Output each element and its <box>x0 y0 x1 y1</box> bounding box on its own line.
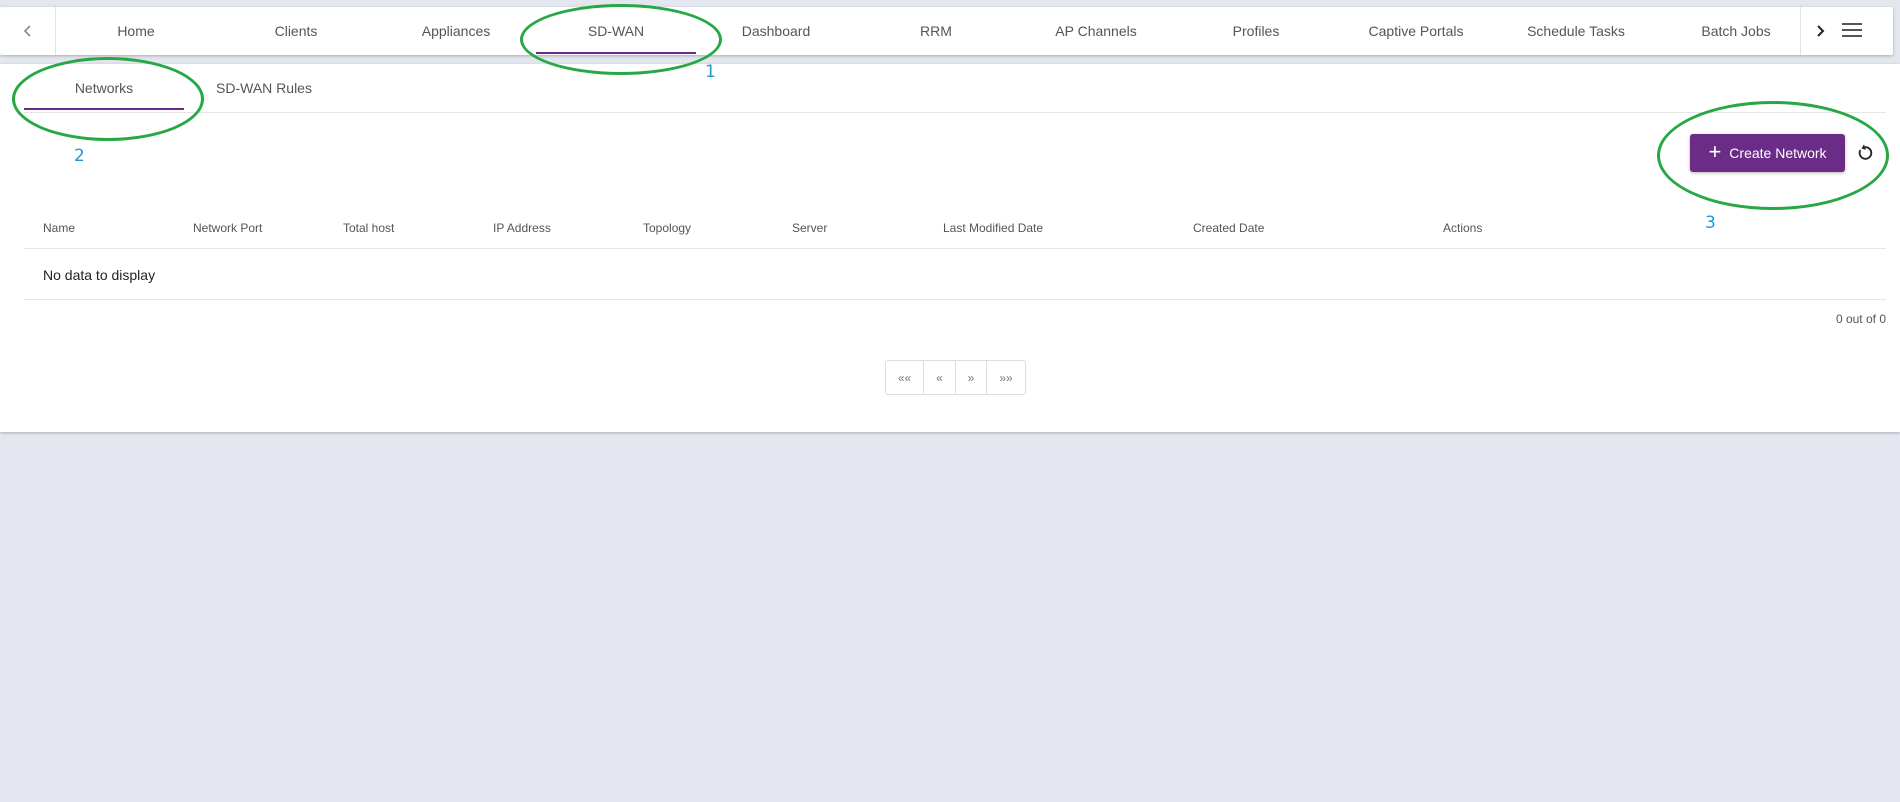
nav-scroll-left-button[interactable] <box>0 7 56 55</box>
empty-message: No data to display <box>43 267 156 283</box>
pagination-next-button[interactable]: » <box>956 361 987 394</box>
annotation-number-3: 3 <box>1705 213 1716 233</box>
divider <box>24 112 1886 113</box>
column-header-name[interactable]: Name <box>43 207 75 249</box>
column-header-created-date[interactable]: Created Date <box>1193 207 1264 249</box>
column-header-topology[interactable]: Topology <box>643 207 691 249</box>
networks-panel: Networks SD-WAN Rules + Create Network N… <box>0 64 1900 432</box>
nav-tab-home[interactable]: Home <box>56 7 216 55</box>
column-header-total-host[interactable]: Total host <box>343 207 394 249</box>
nav-tab-clients[interactable]: Clients <box>216 7 376 55</box>
nav-tab-appliances[interactable]: Appliances <box>376 7 536 55</box>
pagination-prev-button[interactable]: « <box>924 361 956 394</box>
create-network-button[interactable]: + Create Network <box>1690 134 1845 172</box>
column-header-last-modified-date[interactable]: Last Modified Date <box>943 207 1043 249</box>
table-empty-row: No data to display <box>24 250 1886 300</box>
nav-tab-captive-portals[interactable]: Captive Portals <box>1336 7 1496 55</box>
subtab-networks[interactable]: Networks <box>24 64 184 112</box>
nav-scroll-right-button[interactable] <box>1800 7 1838 55</box>
column-header-ip-address[interactable]: IP Address <box>493 207 551 249</box>
column-header-network-port[interactable]: Network Port <box>193 207 262 249</box>
annotation-number-2: 2 <box>74 146 85 166</box>
record-count: 0 out of 0 <box>1835 312 1886 326</box>
nav-tab-profiles[interactable]: Profiles <box>1176 7 1336 55</box>
chevron-left-icon <box>23 25 31 37</box>
nav-tabs: Home Clients Appliances SD-WAN Dashboard… <box>56 7 1800 55</box>
pagination-first-button[interactable]: «« <box>886 361 924 394</box>
nav-tab-rrm[interactable]: RRM <box>856 7 1016 55</box>
plus-icon: + <box>1708 139 1722 164</box>
sub-tabs: Networks SD-WAN Rules <box>24 64 344 112</box>
create-network-label: Create Network <box>1729 145 1827 161</box>
nav-tab-dashboard[interactable]: Dashboard <box>696 7 856 55</box>
nav-tab-batch-jobs[interactable]: Batch Jobs <box>1656 7 1816 55</box>
refresh-button[interactable] <box>1853 141 1877 165</box>
column-header-server[interactable]: Server <box>792 207 827 249</box>
subtab-sd-wan-rules[interactable]: SD-WAN Rules <box>184 64 344 112</box>
nav-tab-schedule-tasks[interactable]: Schedule Tasks <box>1496 7 1656 55</box>
pagination: «« « » »» <box>885 360 1026 395</box>
top-nav: Home Clients Appliances SD-WAN Dashboard… <box>0 7 1893 55</box>
hamburger-menu-icon[interactable] <box>1842 19 1868 41</box>
refresh-icon <box>1858 144 1873 160</box>
table-header: Name Network Port Total host IP Address … <box>24 207 1886 249</box>
nav-tab-ap-channels[interactable]: AP Channels <box>1016 7 1176 55</box>
chevron-right-icon <box>1816 25 1824 37</box>
column-header-actions: Actions <box>1443 221 1483 235</box>
pagination-last-button[interactable]: »» <box>987 361 1025 394</box>
annotation-number-1: 1 <box>705 62 716 82</box>
nav-tab-sd-wan[interactable]: SD-WAN <box>536 7 696 55</box>
